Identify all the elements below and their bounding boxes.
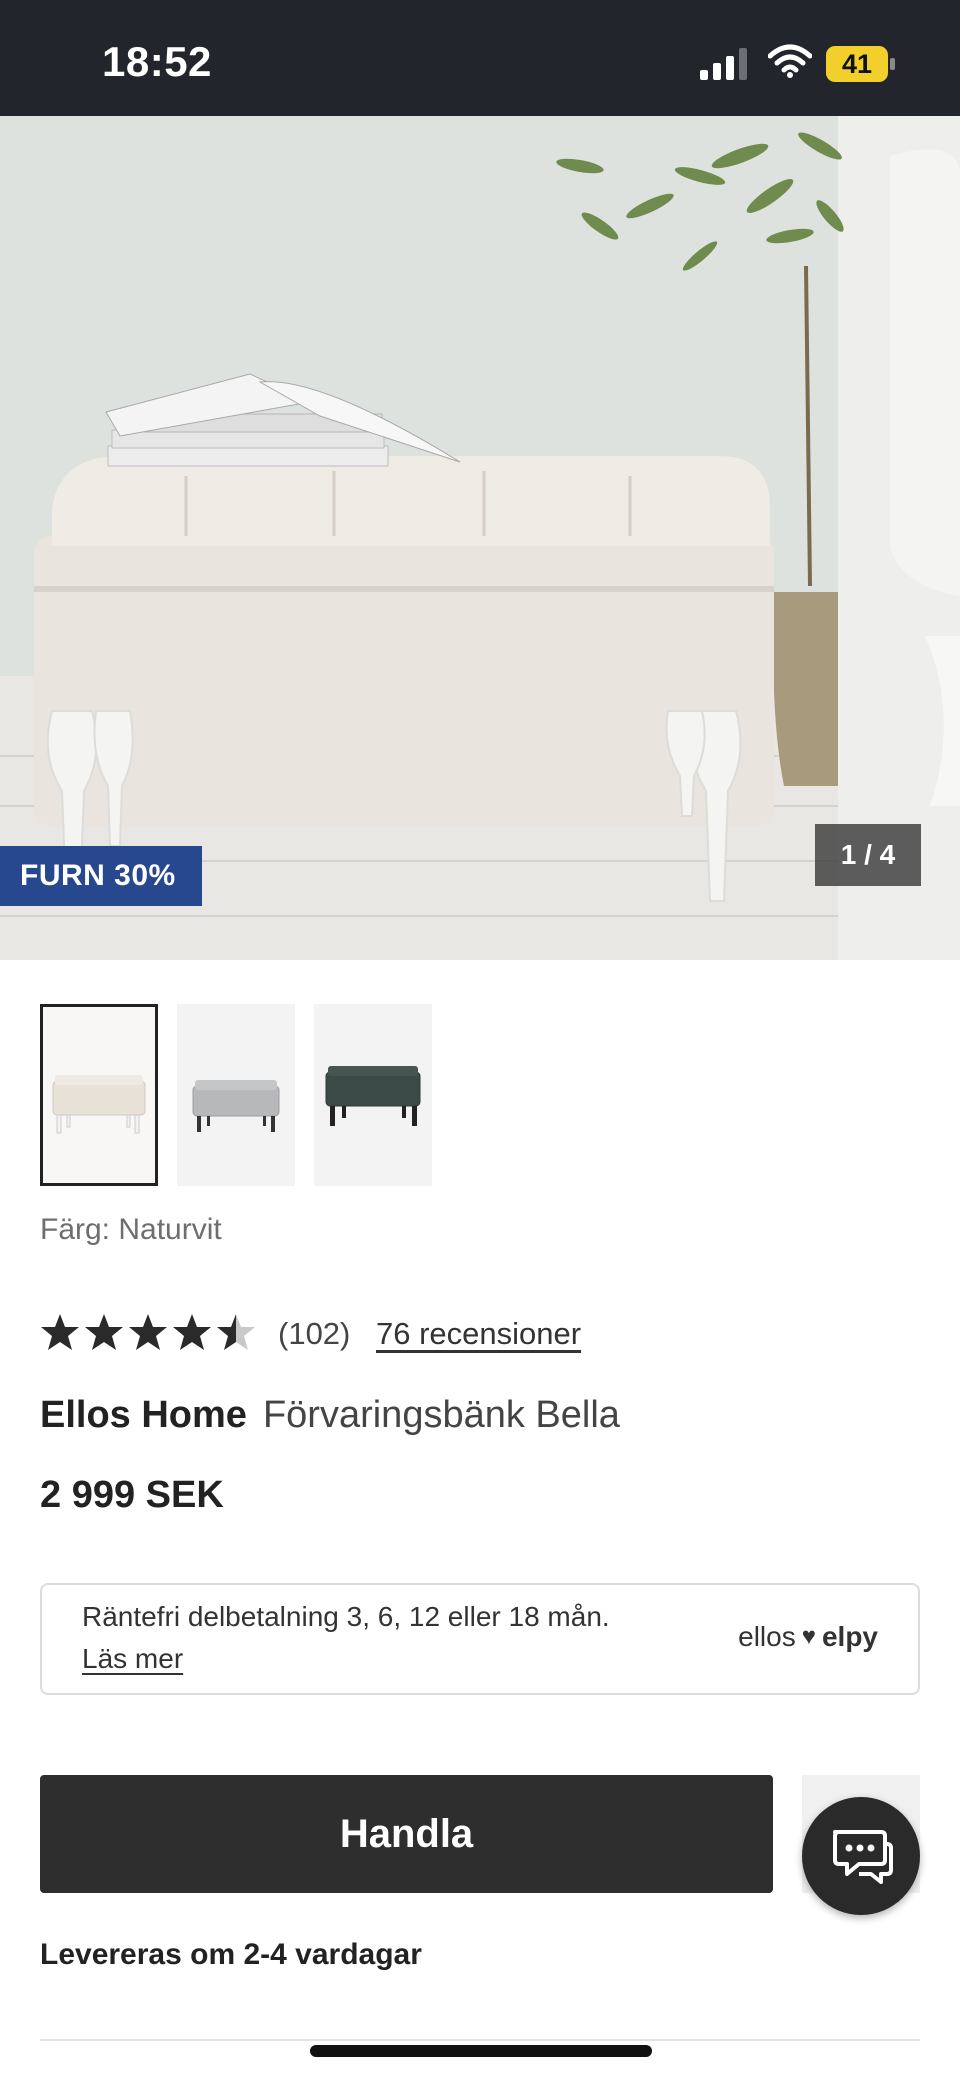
- product-image-gallery[interactable]: FURN 30% 1 / 4: [0, 116, 960, 960]
- image-counter: 1 / 4: [815, 824, 921, 886]
- battery-icon: 41: [826, 46, 896, 82]
- bench-thumbnail-icon: [52, 1075, 146, 1134]
- delivery-info: Levereras om 2-4 vardagar: [40, 1938, 422, 1971]
- chat-button[interactable]: [802, 1797, 920, 1915]
- heart-icon: ♥: [801, 1623, 816, 1650]
- star-icon: [85, 1314, 123, 1350]
- brand-name[interactable]: Ellos Home: [40, 1394, 247, 1436]
- signal-icon: [700, 48, 747, 80]
- bench-thumbnail-icon: [325, 1066, 421, 1126]
- wifi-icon: [768, 44, 812, 78]
- star-icon: [129, 1314, 167, 1350]
- star-icon: [41, 1314, 79, 1350]
- thumbnail-gray[interactable]: [177, 1004, 295, 1186]
- color-thumbnails: [40, 1004, 460, 1186]
- product-name: Förvaringsbänk Bella: [262, 1394, 620, 1436]
- rating-count: (102): [278, 1316, 351, 1351]
- status-time: 18:52: [102, 38, 212, 85]
- ellos-logo-text: ellos: [738, 1621, 796, 1652]
- installment-text: Räntefri delbetalning 3, 6, 12 eller 18 …: [82, 1601, 610, 1632]
- promo-badge: FURN 30%: [0, 846, 202, 906]
- chat-icon: [833, 1830, 893, 1884]
- thumbnail-green[interactable]: [314, 1004, 432, 1186]
- home-indicator: [310, 2045, 652, 2057]
- read-more-link[interactable]: Läs mer: [82, 1643, 183, 1675]
- status-bar: 18:52 41: [0, 0, 960, 116]
- payment-info-box: Räntefri delbetalning 3, 6, 12 eller 18 …: [40, 1583, 920, 1695]
- divider: [40, 2039, 920, 2041]
- battery-level: 41: [841, 49, 873, 79]
- reviews-link[interactable]: 76 recensioner: [376, 1316, 581, 1352]
- ellos-elpy-logo: ellos ♥ elpy: [738, 1621, 878, 1653]
- buy-button[interactable]: Handla: [40, 1775, 773, 1893]
- half-star-icon: [217, 1314, 255, 1350]
- product-price: 2 999 SEK: [40, 1474, 224, 1516]
- rating-stars: [41, 1314, 255, 1350]
- elpy-logo-text: elpy: [821, 1621, 878, 1652]
- thumbnail-naturvit[interactable]: [40, 1004, 158, 1186]
- color-label: Färg: Naturvit: [40, 1213, 222, 1246]
- star-icon: [173, 1314, 211, 1350]
- product-title: Ellos Home Förvaringsbänk Bella: [40, 1394, 620, 1437]
- bench-thumbnail-icon: [192, 1080, 280, 1132]
- rating-row: (102) 76 recensioner: [40, 1308, 740, 1358]
